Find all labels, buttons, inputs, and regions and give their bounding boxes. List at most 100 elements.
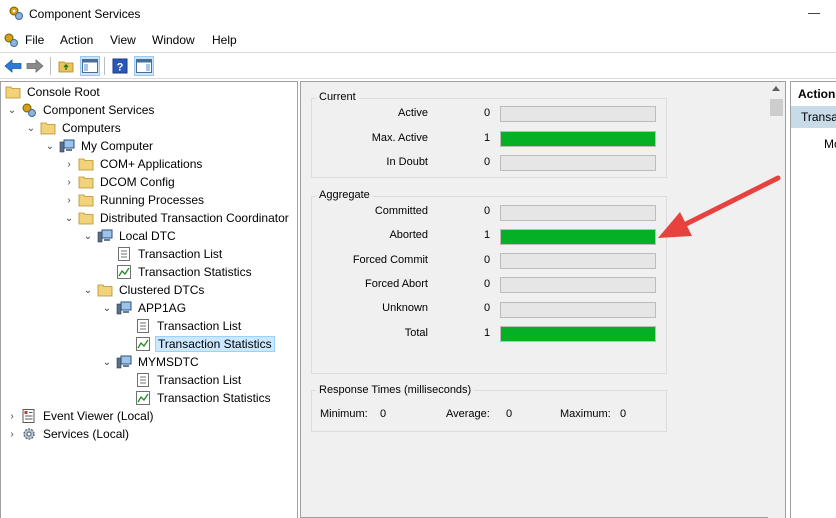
action-pane-icon: [136, 59, 152, 73]
tree-node-services[interactable]: › Services (Local): [7, 425, 131, 443]
tree-node-clustered-dtcs[interactable]: ⌄ Clustered DTCs: [83, 281, 206, 299]
tree-node-mymsdtc[interactable]: ⌄ MYMSDTC: [102, 353, 201, 371]
toolbar-separator: [50, 57, 51, 75]
show-hide-action-pane-button[interactable]: [134, 56, 154, 76]
tree-node-dcom-config[interactable]: › DCOM Config: [64, 173, 177, 191]
tree-label: COM+ Applications: [100, 157, 203, 171]
max-active-value: 1: [484, 132, 491, 144]
folder-icon: [5, 86, 21, 99]
system-menu-icon[interactable]: [3, 32, 19, 48]
tree-node-mymsdtc-transaction-statistics[interactable]: Transaction Statistics: [131, 389, 273, 407]
statistics-chart-icon: [117, 265, 131, 279]
forced-commit-value: 0: [484, 254, 491, 266]
chevron-right-icon[interactable]: ›: [64, 191, 74, 209]
tree-label: Transaction Statistics: [138, 265, 252, 279]
minimize-button[interactable]: [808, 13, 820, 14]
tree-node-local-transaction-list[interactable]: Transaction List: [112, 245, 224, 263]
tree-node-computers[interactable]: ⌄ Computers: [26, 119, 123, 137]
folder-icon: [40, 122, 56, 135]
tree-node-console-root[interactable]: Console Root: [5, 83, 102, 101]
forced-abort-label: Forced Abort: [365, 278, 428, 290]
computer-icon: [97, 229, 113, 243]
aborted-value: 1: [484, 229, 491, 241]
svg-text:?: ?: [117, 62, 124, 74]
title-bar: Component Services: [0, 0, 836, 28]
tree-label: Distributed Transaction Coordinator: [100, 211, 289, 225]
folder-icon: [78, 158, 94, 171]
chevron-down-icon[interactable]: ⌄: [45, 137, 55, 155]
tree-label: Transaction List: [157, 373, 242, 387]
statistics-chart-icon: [136, 391, 150, 405]
tree-label: Running Processes: [100, 193, 205, 207]
menu-help[interactable]: Help: [212, 33, 237, 47]
chevron-down-icon[interactable]: ⌄: [102, 353, 112, 371]
tree-node-my-computer[interactable]: ⌄ My Computer: [45, 137, 155, 155]
tree-node-mymsdtc-transaction-list[interactable]: Transaction List: [131, 371, 243, 389]
menu-view[interactable]: View: [110, 33, 136, 47]
tree-node-event-viewer[interactable]: › Event Viewer (Local): [7, 407, 156, 425]
max-active-bar: [500, 131, 656, 147]
chevron-right-icon[interactable]: ›: [7, 425, 17, 443]
total-bar: [500, 326, 656, 342]
back-button[interactable]: [3, 56, 23, 76]
tree-label: Event Viewer (Local): [43, 409, 154, 423]
tree-label: Transaction Statistics: [155, 336, 275, 352]
tree-node-running-processes[interactable]: › Running Processes: [64, 191, 206, 209]
chevron-right-icon[interactable]: ›: [64, 155, 74, 173]
tree-node-com-applications[interactable]: › COM+ Applications: [64, 155, 204, 173]
tree-node-local-dtc[interactable]: ⌄ Local DTC: [83, 227, 178, 245]
committed-value: 0: [484, 205, 491, 217]
tree-node-app1ag-transaction-statistics[interactable]: Transaction Statistics: [131, 335, 275, 353]
committed-label: Committed: [374, 205, 428, 217]
average-value: 0: [506, 408, 513, 420]
tree-label: Transaction List: [138, 247, 223, 261]
total-label: Total: [404, 327, 428, 339]
chevron-down-icon[interactable]: ⌄: [83, 227, 93, 245]
tree-node-app1ag[interactable]: ⌄ APP1AG: [102, 299, 188, 317]
max-active-bar-fill: [501, 132, 655, 146]
tree-label: Clustered DTCs: [119, 283, 205, 297]
forward-button[interactable]: [25, 56, 45, 76]
list-document-icon: [137, 373, 149, 387]
tree-node-distributed-transaction-coordinator[interactable]: ⌄ Distributed Transaction Coordinator: [64, 209, 291, 227]
vertical-scrollbar[interactable]: [768, 82, 785, 518]
actions-pane: Actions Transaction Statistics More Acti…: [790, 81, 836, 518]
tree-node-local-transaction-statistics[interactable]: Transaction Statistics: [112, 263, 254, 281]
tree-node-app1ag-transaction-list[interactable]: Transaction List: [131, 317, 243, 335]
tree-label: Computers: [62, 121, 121, 135]
chevron-down-icon[interactable]: ⌄: [102, 299, 112, 317]
more-actions-item[interactable]: More Actions: [824, 137, 836, 151]
scrollbar-thumb[interactable]: [770, 99, 783, 116]
total-bar-fill: [501, 327, 655, 341]
actions-section-transaction-statistics[interactable]: Transaction Statistics: [791, 106, 836, 128]
up-one-level-button[interactable]: [56, 56, 76, 76]
tree-node-component-services[interactable]: ⌄ Component Services: [7, 101, 156, 119]
folder-icon: [78, 194, 94, 207]
chevron-down-icon[interactable]: ⌄: [7, 101, 17, 119]
computer-icon: [116, 355, 132, 369]
scroll-up-arrow-icon[interactable]: [772, 86, 780, 91]
console-tree-icon: [82, 59, 98, 73]
chevron-right-icon[interactable]: ›: [64, 173, 74, 191]
help-button[interactable]: ?: [110, 56, 130, 76]
max-active-label: Max. Active: [371, 132, 428, 144]
menu-window[interactable]: Window: [152, 33, 195, 47]
chevron-down-icon[interactable]: ⌄: [83, 281, 93, 299]
console-tree: Console Root ⌄ Component Services ⌄ Comp…: [0, 81, 298, 518]
chevron-down-icon[interactable]: ⌄: [26, 119, 36, 137]
committed-bar: [500, 205, 656, 221]
chevron-down-icon[interactable]: ⌄: [64, 209, 74, 227]
menu-file[interactable]: File: [25, 33, 44, 47]
tree-label: Console Root: [27, 85, 100, 99]
menu-action[interactable]: Action: [60, 33, 93, 47]
response-times-title: Response Times (milliseconds): [316, 384, 475, 396]
tree-label: MYMSDTC: [138, 355, 199, 369]
folder-icon: [78, 212, 94, 225]
folder-icon: [78, 176, 94, 189]
show-hide-console-tree-button[interactable]: [80, 56, 100, 76]
folder-up-icon: [58, 61, 74, 73]
forced-commit-label: Forced Commit: [352, 254, 428, 266]
gear-icon: [23, 428, 35, 440]
chevron-right-icon[interactable]: ›: [7, 407, 17, 425]
help-icon: ?: [112, 58, 128, 74]
